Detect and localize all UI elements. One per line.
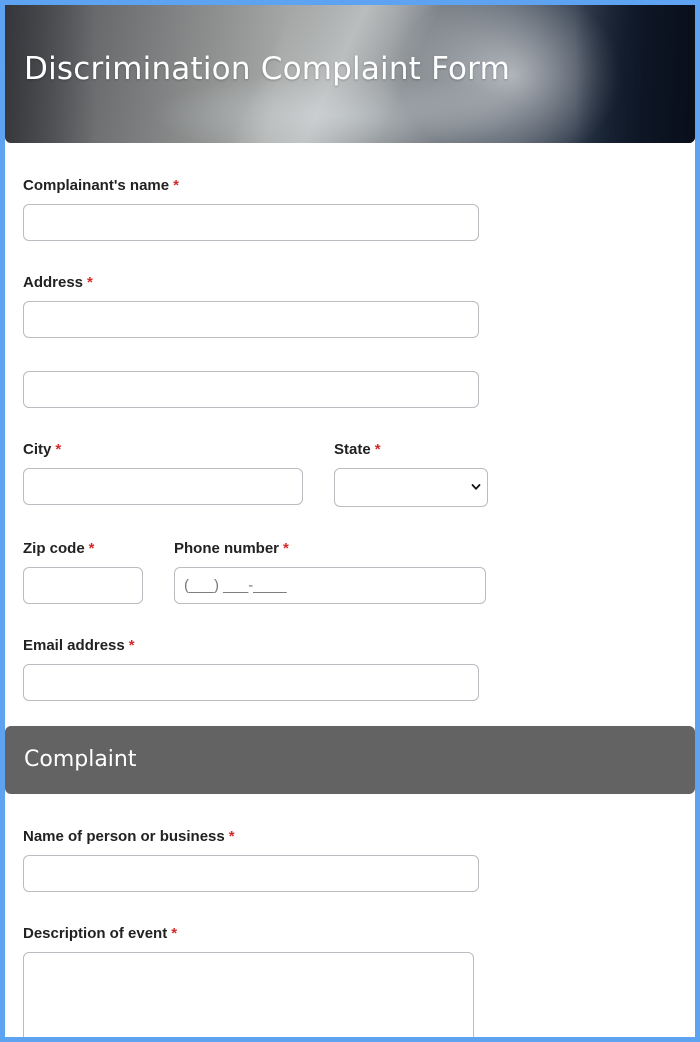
address-line1-input[interactable] xyxy=(23,301,479,338)
email-address-input[interactable] xyxy=(23,664,479,701)
address-label: Address * xyxy=(23,274,93,291)
address-line2-input[interactable] xyxy=(23,371,479,408)
name-label: Complainant's name * xyxy=(23,177,179,194)
person-business-input[interactable] xyxy=(23,855,479,892)
description-textarea[interactable] xyxy=(23,952,474,1037)
person-business-label: Name of person or business * xyxy=(23,828,235,845)
required-mark: * xyxy=(228,828,235,845)
chevron-down-icon xyxy=(471,484,481,490)
city-input[interactable] xyxy=(23,468,303,505)
required-mark: * xyxy=(171,925,178,942)
header-tree-silhouette xyxy=(575,5,695,143)
phone-number-input[interactable] xyxy=(174,567,486,604)
state-select[interactable] xyxy=(334,468,488,507)
phone-label: Phone number * xyxy=(174,540,289,557)
description-label: Description of event * xyxy=(23,925,178,942)
complaint-section-header: Complaint xyxy=(5,726,695,794)
required-mark: * xyxy=(87,274,93,291)
required-mark: * xyxy=(88,540,95,557)
complaint-section-title: Complaint xyxy=(24,747,137,772)
state-label: State * xyxy=(334,441,381,458)
zip-code-input[interactable] xyxy=(23,567,143,604)
required-mark: * xyxy=(173,177,179,194)
required-mark: * xyxy=(55,441,62,458)
zip-label: Zip code * xyxy=(23,540,95,557)
form-title: Discrimination Complaint Form xyxy=(24,51,510,87)
complainant-name-input[interactable] xyxy=(23,204,479,241)
form-frame: Discrimination Complaint Form Complainan… xyxy=(0,0,700,1042)
required-mark: * xyxy=(283,540,289,557)
form-header: Discrimination Complaint Form xyxy=(5,5,695,143)
required-mark: * xyxy=(374,441,381,458)
city-label: City * xyxy=(23,441,62,458)
required-mark: * xyxy=(128,637,135,654)
email-label: Email address * xyxy=(23,637,135,654)
